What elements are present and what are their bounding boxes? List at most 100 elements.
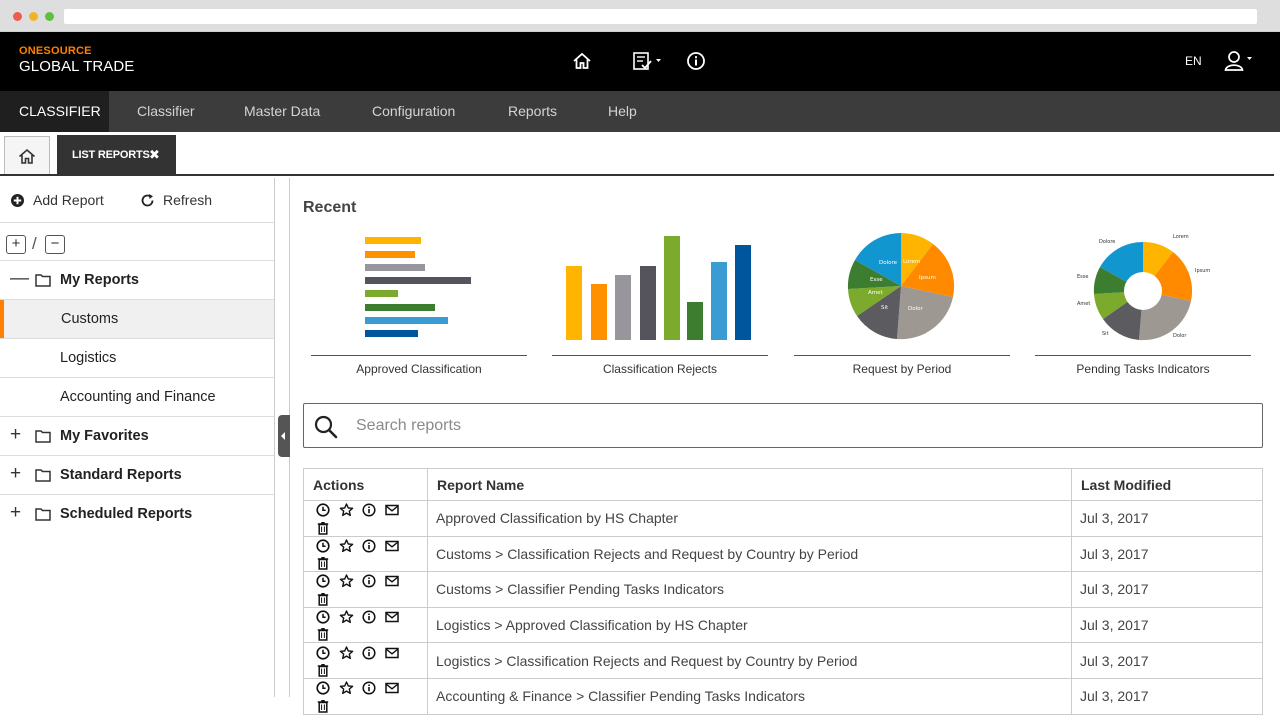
add-report-label: Add Report [33,192,104,208]
nav-item-configuration[interactable]: Configuration [372,91,455,132]
report-name[interactable]: Approved Classification by HS Chapter [436,510,678,526]
report-name-cell[interactable]: Customs > Classification Rejects and Req… [427,535,1072,573]
nav-item-classifier-home[interactable]: CLASSIFIER [0,91,109,132]
table-row[interactable]: Logistics > Approved Classification by H… [303,606,1263,644]
report-name[interactable]: Logistics > Classification Rejects and R… [436,653,857,669]
refresh-button[interactable]: Refresh [140,192,212,208]
star-icon[interactable] [336,680,356,696]
report-name[interactable]: Customs > Classification Rejects and Req… [436,546,858,562]
tree-label: Accounting and Finance [60,389,216,405]
add-report-button[interactable]: Add Report [10,192,104,208]
row-actions [303,677,428,715]
report-name[interactable]: Logistics > Approved Classification by H… [436,617,748,633]
clock-icon[interactable] [313,502,333,518]
info-icon[interactable] [359,645,379,661]
tree-item-accounting-finance[interactable]: Accounting and Finance [0,378,274,417]
nav-item-reports[interactable]: Reports [508,91,557,132]
tree-folder-my-reports[interactable]: — My Reports [0,261,274,300]
trash-icon[interactable] [313,698,333,714]
report-name[interactable]: Accounting & Finance > Classifier Pendin… [436,688,805,704]
mail-icon[interactable] [382,609,402,625]
recent-card-pending-tasks[interactable]: Lorem Ipsum Dolor Sit Amet Esse Dolore P… [1035,228,1251,380]
tree-label: My Favorites [60,428,149,444]
info-icon[interactable] [686,49,706,73]
mail-icon[interactable] [382,502,402,518]
tree-item-logistics[interactable]: Logistics [0,339,274,378]
clock-icon[interactable] [313,680,333,696]
tab-home[interactable] [4,136,50,176]
row-actions [303,571,428,608]
report-name-cell[interactable]: Logistics > Classification Rejects and R… [427,642,1072,679]
report-name-cell[interactable]: Accounting & Finance > Classifier Pendin… [427,677,1072,715]
home-icon[interactable] [572,49,592,73]
trash-icon[interactable] [313,662,333,678]
nav-item-classifier[interactable]: Classifier [137,91,195,132]
tab-list-reports[interactable]: LIST REPORTS ✖ [57,135,176,175]
table-row[interactable]: Accounting & Finance > Classifier Pendin… [303,677,1263,715]
donut-label: Dolor [1173,333,1187,339]
search-input[interactable] [356,412,1236,440]
star-icon[interactable] [336,609,356,625]
trash-icon[interactable] [313,555,333,571]
star-icon[interactable] [336,573,356,589]
pie-label: Ipsum [919,275,936,281]
tree-folder-scheduled-reports[interactable]: + Scheduled Reports [0,495,274,534]
language-selector[interactable]: EN [1185,54,1202,68]
info-icon[interactable] [359,538,379,554]
expand-toggle-icon[interactable]: + [10,464,21,484]
mail-icon[interactable] [382,538,402,554]
expand-all-button[interactable]: + [6,235,26,254]
trash-icon[interactable] [313,591,333,607]
sidebar-collapse-handle[interactable] [278,415,290,457]
report-name[interactable]: Customs > Classifier Pending Tasks Indic… [436,581,724,597]
table-row[interactable]: Customs > Classifier Pending Tasks Indic… [303,571,1263,608]
expand-toggle-icon[interactable]: + [10,503,21,523]
tree-item-customs[interactable]: Customs [0,300,274,339]
maximize-window-dot[interactable] [45,12,54,21]
clock-icon[interactable] [313,645,333,661]
report-name-cell[interactable]: Logistics > Approved Classification by H… [427,606,1072,644]
recent-card-classification-rejects[interactable]: Classification Rejects [552,228,768,380]
info-icon[interactable] [359,502,379,518]
search-box [303,403,1263,448]
card-underline [311,355,527,356]
star-icon[interactable] [336,502,356,518]
star-icon[interactable] [336,538,356,554]
mail-icon[interactable] [382,680,402,696]
trash-icon[interactable] [313,520,333,536]
tree-folder-my-favorites[interactable]: + My Favorites [0,417,274,456]
nav-item-master-data[interactable]: Master Data [244,91,320,132]
close-window-dot[interactable] [13,12,22,21]
tree-folder-standard-reports[interactable]: + Standard Reports [0,456,274,495]
info-icon[interactable] [359,573,379,589]
info-icon[interactable] [359,680,379,696]
trash-icon[interactable] [313,626,333,642]
table-row[interactable]: Logistics > Classification Rejects and R… [303,642,1263,679]
clock-icon[interactable] [313,573,333,589]
expand-toggle-icon[interactable]: + [10,425,21,445]
clock-icon[interactable] [313,538,333,554]
report-name-cell[interactable]: Customs > Classifier Pending Tasks Indic… [427,571,1072,608]
address-bar[interactable] [64,9,1257,24]
recent-card-approved-classification[interactable]: Approved Classification [311,228,527,380]
collapse-all-button[interactable]: − [45,235,65,254]
recent-card-request-by-period[interactable]: Lorem Ipsum Dolor Sit Amet Esse Dolore R… [794,228,1010,380]
mail-icon[interactable] [382,645,402,661]
user-icon[interactable] [1224,49,1258,73]
clock-icon[interactable] [313,609,333,625]
close-tab-icon[interactable]: ✖ [149,135,160,175]
search-icon[interactable] [314,415,338,439]
info-icon[interactable] [359,609,379,625]
column-header-report-name[interactable]: Report Name [427,468,1072,501]
mail-icon[interactable] [382,573,402,589]
app-header: ONESOURCE GLOBAL TRADE EN [0,32,1280,91]
table-row[interactable]: Approved Classification by HS Chapter Ju… [303,500,1263,537]
minimize-window-dot[interactable] [29,12,38,21]
star-icon[interactable] [336,645,356,661]
table-row[interactable]: Customs > Classification Rejects and Req… [303,535,1263,573]
report-name-cell[interactable]: Approved Classification by HS Chapter [427,500,1072,537]
nav-item-help[interactable]: Help [608,91,637,132]
task-list-icon[interactable] [632,49,668,73]
collapse-toggle-icon[interactable]: — [10,269,29,289]
column-header-last-modified[interactable]: Last Modified [1071,468,1263,501]
